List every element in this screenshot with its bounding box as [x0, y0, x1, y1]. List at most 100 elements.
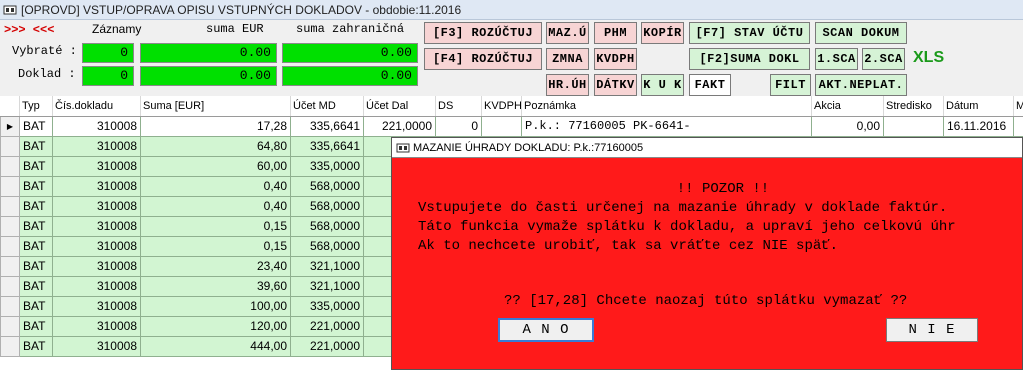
cell-doc-number[interactable]: 310008: [52, 195, 141, 217]
copy-button[interactable]: KOPÍR: [641, 22, 684, 44]
cell-typ[interactable]: BAT: [19, 255, 53, 277]
col-kvdph[interactable]: KVDPH: [481, 96, 522, 117]
col-account-dal[interactable]: Účet Dal: [363, 96, 436, 117]
vat-control-button[interactable]: KVDPH: [594, 48, 637, 70]
cell-typ[interactable]: BAT: [19, 135, 53, 157]
cell-typ[interactable]: BAT: [19, 115, 53, 137]
cell-amount[interactable]: 120,00: [140, 315, 291, 337]
cell-doc-number[interactable]: 310008: [52, 255, 141, 277]
filter-button[interactable]: FILT: [770, 74, 811, 96]
nav-arrows[interactable]: >>> <<<: [4, 23, 54, 37]
cell-kvdph[interactable]: [481, 115, 522, 137]
cell-doc-number[interactable]: 310008: [52, 135, 141, 157]
cell-amount[interactable]: 0,15: [140, 215, 291, 237]
col-date[interactable]: Dátum: [943, 96, 1014, 117]
scan-2-button[interactable]: 2.SCA: [862, 48, 905, 70]
cell-amount[interactable]: 444,00: [140, 335, 291, 357]
row-indicator[interactable]: [0, 135, 20, 157]
cell-typ[interactable]: BAT: [19, 315, 53, 337]
cell-account-md[interactable]: 335,6641: [290, 115, 364, 137]
row-indicator[interactable]: [0, 335, 20, 357]
f7-account-status-button[interactable]: [F7] STAV ÚČTU: [689, 22, 810, 44]
change-button[interactable]: ZMNA: [546, 48, 589, 70]
col-ds[interactable]: DS: [435, 96, 482, 117]
current-row-arrow-icon[interactable]: ▶: [0, 115, 20, 137]
cell-typ[interactable]: BAT: [19, 235, 53, 257]
unpaid-update-button[interactable]: AKT.NEPLAT.: [815, 74, 907, 96]
cell-account-md[interactable]: 221,0000: [290, 335, 364, 357]
fuel-button[interactable]: PHM: [594, 22, 637, 44]
invoice-button[interactable]: FAKT: [689, 74, 731, 96]
cell-amount[interactable]: 39,60: [140, 275, 291, 297]
col-cost-center[interactable]: Stredisko: [883, 96, 944, 117]
col-account-md[interactable]: Účet MD: [290, 96, 364, 117]
row-indicator[interactable]: [0, 295, 20, 317]
scan-document-button[interactable]: SCAN DOKUM: [815, 22, 907, 44]
yes-button[interactable]: A N O: [498, 318, 594, 342]
row-indicator[interactable]: [0, 255, 20, 277]
col-doc-number[interactable]: Čís.dokladu: [52, 96, 141, 117]
cell-doc-number[interactable]: 310008: [52, 295, 141, 317]
col-amount-eur[interactable]: Suma [EUR]: [140, 96, 291, 117]
f2-document-sum-button[interactable]: [F2]SUMA DOKL: [689, 48, 810, 70]
cell-typ[interactable]: BAT: [19, 175, 53, 197]
col-note[interactable]: Poznámka: [521, 96, 812, 117]
no-button[interactable]: N I E: [886, 318, 978, 342]
cell-doc-number[interactable]: 310008: [52, 315, 141, 337]
cell-typ[interactable]: BAT: [19, 155, 53, 177]
f3-reallocate-button[interactable]: [F3] ROZÚČTUJ: [424, 22, 542, 44]
cell-cost-center[interactable]: [883, 115, 944, 137]
cell-typ[interactable]: BAT: [19, 215, 53, 237]
cell-account-md[interactable]: 568,0000: [290, 195, 364, 217]
cell-amount[interactable]: 17,28: [140, 115, 291, 137]
kuk-button[interactable]: K U K: [641, 74, 684, 96]
col-typ[interactable]: Typ: [19, 96, 53, 117]
col-action[interactable]: Akcia: [811, 96, 884, 117]
row-indicator[interactable]: [0, 215, 20, 237]
row-indicator[interactable]: [0, 195, 20, 217]
delete-payment-button[interactable]: MAZ.Ú: [546, 22, 589, 44]
cell-date[interactable]: 16.11.2016: [943, 115, 1014, 137]
cell-doc-number[interactable]: 310008: [52, 115, 141, 137]
cell-doc-number[interactable]: 310008: [52, 235, 141, 257]
cell-amount[interactable]: 23,40: [140, 255, 291, 277]
cell-account-md[interactable]: 568,0000: [290, 235, 364, 257]
cell-doc-number[interactable]: 310008: [52, 215, 141, 237]
col-m[interactable]: M: [1013, 96, 1023, 117]
cell-account-md[interactable]: 321,1000: [290, 275, 364, 297]
cell-ds[interactable]: 0: [435, 115, 482, 137]
cell-typ[interactable]: BAT: [19, 335, 53, 357]
cell-account-dal[interactable]: 221,0000: [363, 115, 436, 137]
cell-account-md[interactable]: 568,0000: [290, 215, 364, 237]
cell-amount[interactable]: 100,00: [140, 295, 291, 317]
cell-account-md[interactable]: 568,0000: [290, 175, 364, 197]
row-indicator[interactable]: [0, 315, 20, 337]
cell-amount[interactable]: 0,15: [140, 235, 291, 257]
cell-typ[interactable]: BAT: [19, 295, 53, 317]
table-row[interactable]: ▶ BAT 310008 17,28 335,6641 221,0000 0 P.k.: 77…: [0, 115, 1023, 137]
row-indicator[interactable]: [0, 235, 20, 257]
cell-account-md[interactable]: 321,1000: [290, 255, 364, 277]
cell-account-md[interactable]: 335,0000: [290, 295, 364, 317]
cell-amount[interactable]: 0,40: [140, 195, 291, 217]
cell-action[interactable]: 0,00: [811, 115, 884, 137]
cell-amount[interactable]: 0,40: [140, 175, 291, 197]
cell-doc-number[interactable]: 310008: [52, 335, 141, 357]
date-kv-button[interactable]: DÁTKV: [594, 74, 637, 96]
cell-doc-number[interactable]: 310008: [52, 155, 141, 177]
cell-typ[interactable]: BAT: [19, 275, 53, 297]
row-indicator[interactable]: [0, 175, 20, 197]
cell-doc-number[interactable]: 310008: [52, 275, 141, 297]
cell-account-md[interactable]: 335,0000: [290, 155, 364, 177]
f4-reallocate-button[interactable]: [F4] ROZÚČTUJ: [424, 48, 542, 70]
bulk-payment-button[interactable]: HR.ÚH: [546, 74, 589, 96]
xls-export-button[interactable]: XLS: [913, 49, 944, 67]
cell-amount[interactable]: 64,80: [140, 135, 291, 157]
row-indicator[interactable]: [0, 155, 20, 177]
cell-note[interactable]: P.k.: 77160005 PK-6641-: [521, 115, 812, 137]
cell-account-md[interactable]: 335,6641: [290, 135, 364, 157]
cell-doc-number[interactable]: 310008: [52, 175, 141, 197]
cell-typ[interactable]: BAT: [19, 195, 53, 217]
cell-account-md[interactable]: 221,0000: [290, 315, 364, 337]
row-indicator[interactable]: [0, 275, 20, 297]
